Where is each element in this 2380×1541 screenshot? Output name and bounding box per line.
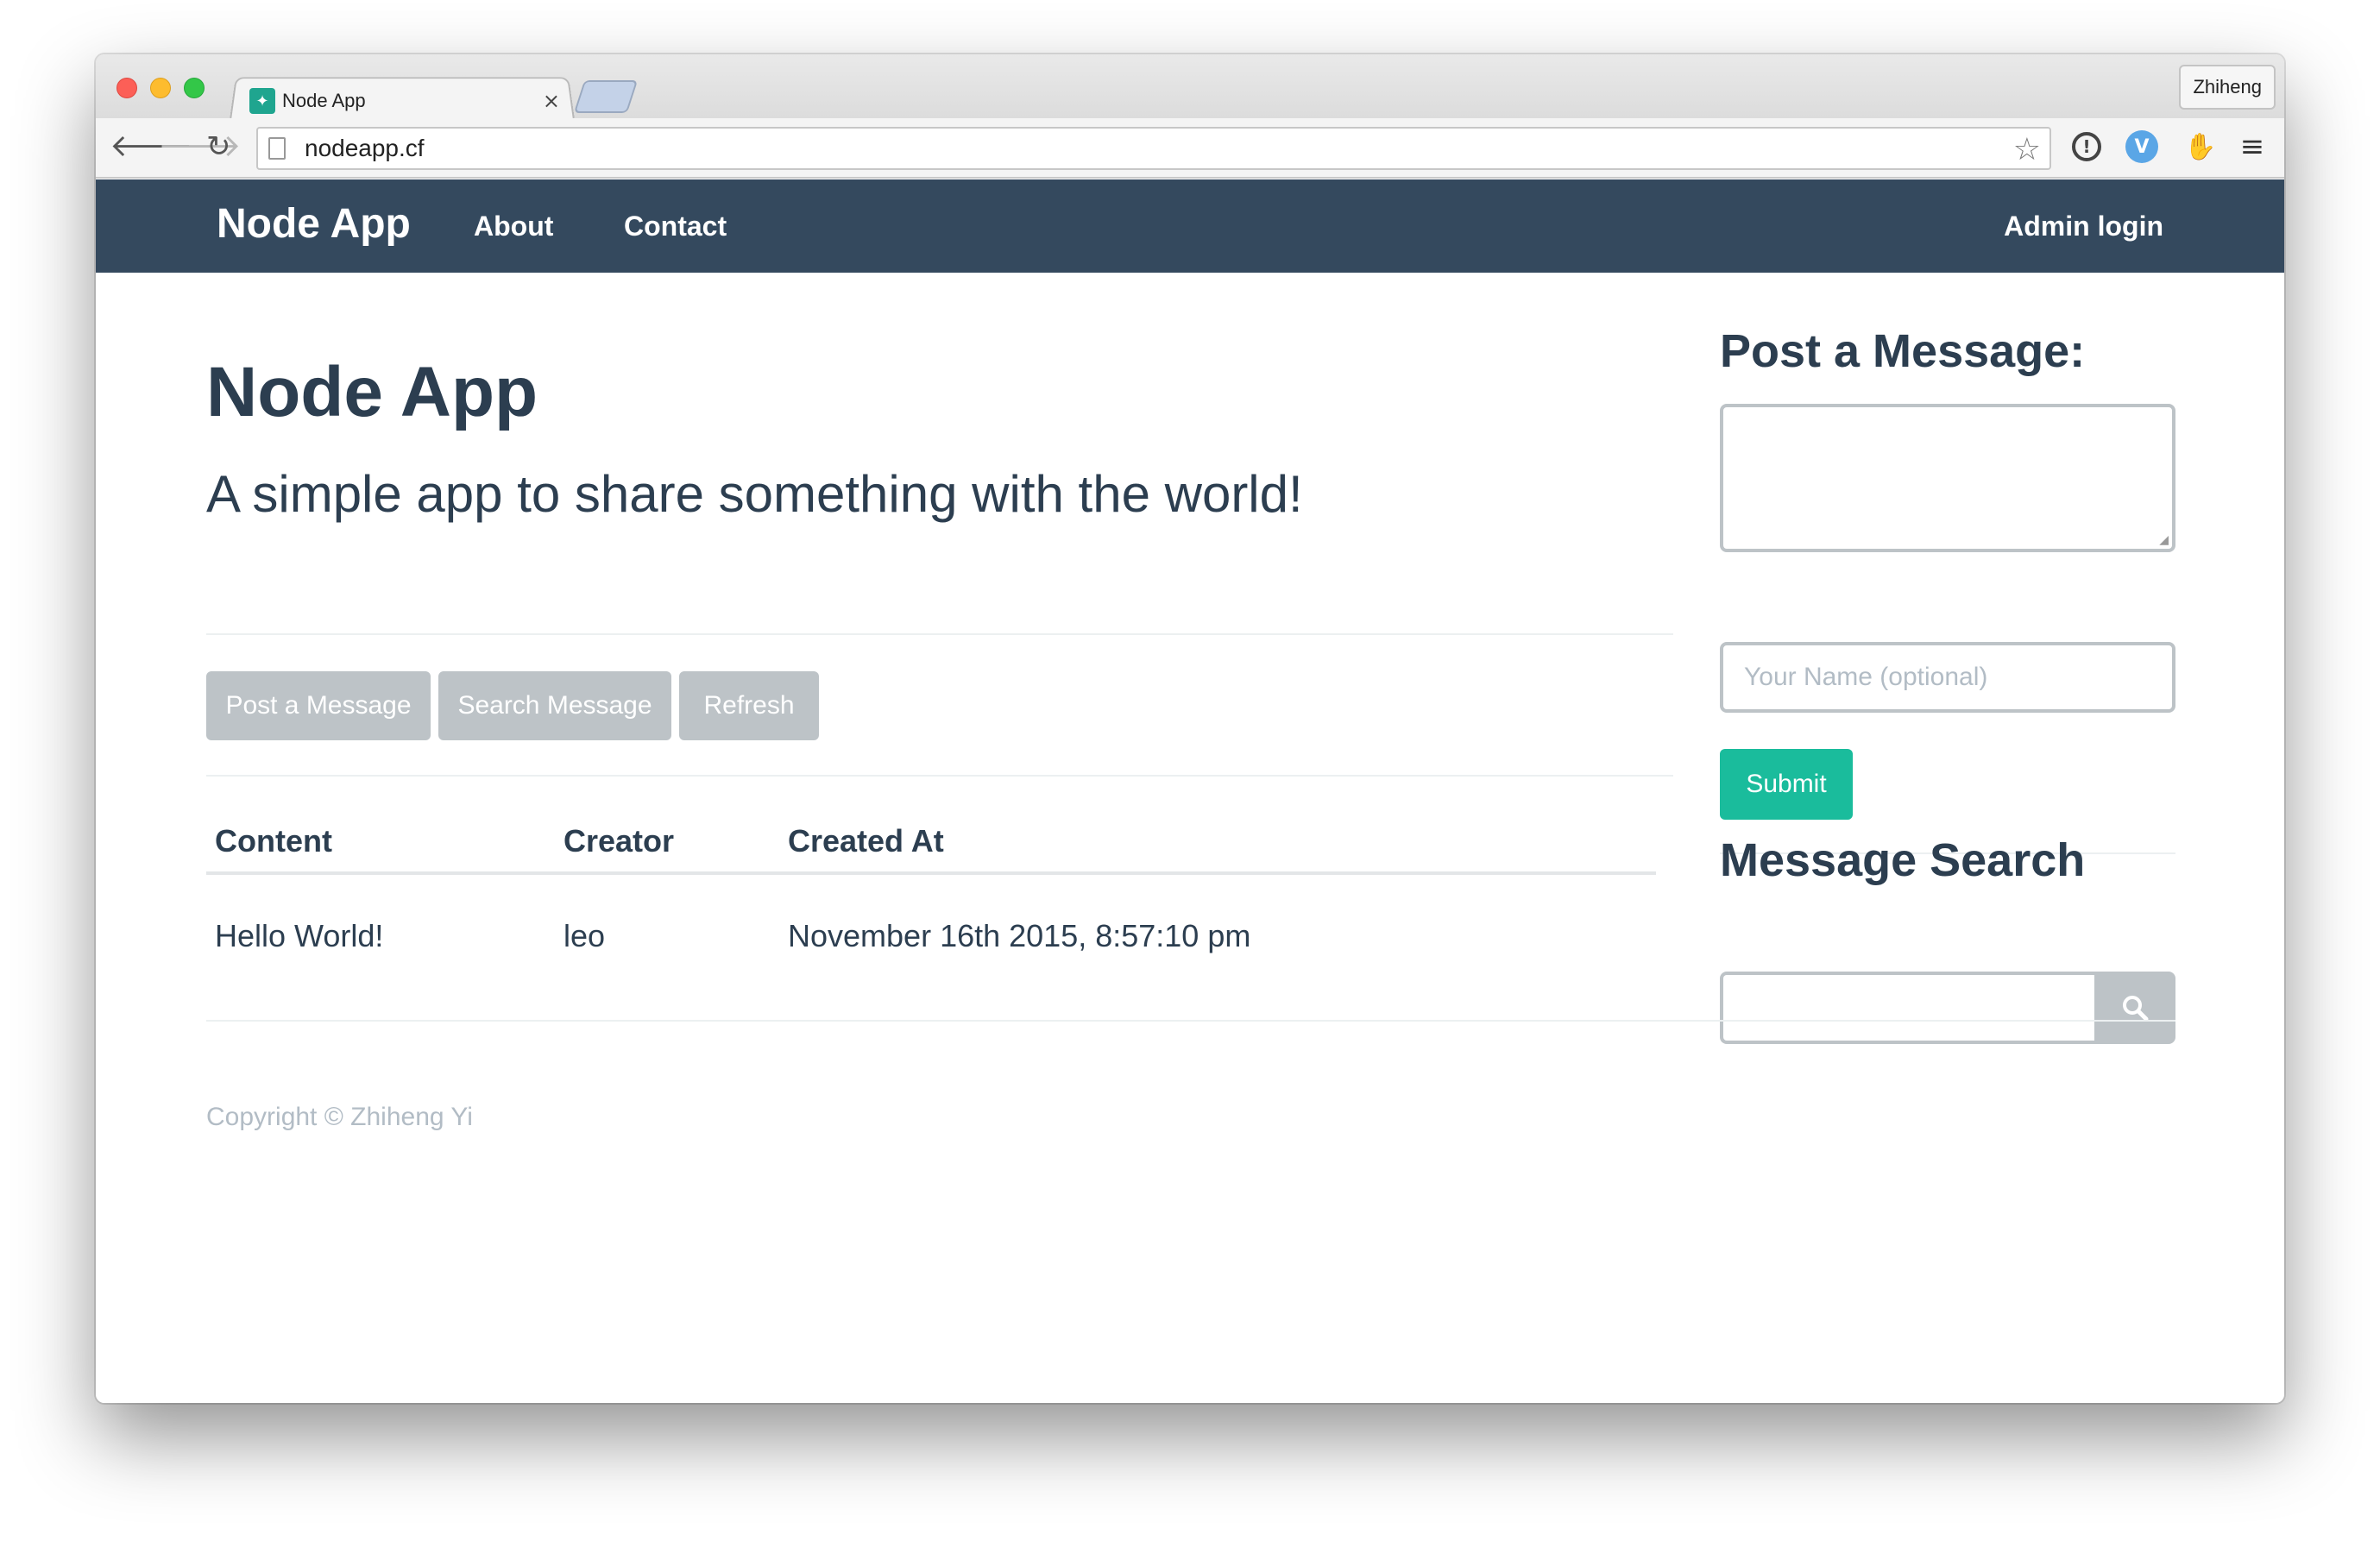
- nav-link-contact[interactable]: Contact: [624, 211, 727, 242]
- resize-handle-icon[interactable]: ◢: [2159, 533, 2169, 547]
- search-input[interactable]: [1720, 972, 2094, 1044]
- favicon-icon: ✦: [249, 88, 275, 114]
- post-message-button[interactable]: Post a Message: [206, 671, 431, 740]
- table-header-divider: [206, 871, 1656, 875]
- address-bar[interactable]: nodeapp.cf ☆: [256, 127, 2051, 170]
- name-input[interactable]: Your Name (optional): [1720, 642, 2175, 713]
- message-textarea[interactable]: ◢: [1720, 404, 2175, 552]
- reload-icon[interactable]: ↻: [206, 129, 231, 164]
- submit-button[interactable]: Submit: [1720, 749, 1853, 820]
- tab-strip: ✦ Node App × Zhiheng: [96, 54, 2284, 120]
- page-icon: [268, 137, 286, 160]
- info-extension-icon[interactable]: !: [2072, 132, 2101, 161]
- page-tagline: A simple app to share something with the…: [206, 465, 1303, 523]
- new-tab-button[interactable]: [573, 80, 639, 113]
- page-title: Node App: [206, 353, 538, 431]
- post-message-heading: Post a Message:: [1720, 325, 2086, 377]
- message-search-heading: Message Search: [1720, 834, 2086, 886]
- navbar-brand[interactable]: Node App: [217, 200, 411, 248]
- table-header-created-at: Created At: [788, 823, 944, 859]
- divider: [206, 633, 1673, 635]
- page-content: Node App A simple app to share something…: [96, 273, 2284, 1403]
- divider: [206, 775, 1673, 777]
- table-header-creator: Creator: [564, 823, 675, 859]
- search-button[interactable]: [2094, 972, 2175, 1044]
- tab-close-icon[interactable]: ×: [543, 89, 560, 113]
- nav-link-about[interactable]: About: [474, 211, 553, 242]
- search-message-button[interactable]: Search Message: [438, 671, 671, 740]
- table-cell-content: Hello World!: [215, 918, 384, 953]
- nav-link-admin-login[interactable]: Admin login: [2004, 211, 2163, 242]
- browser-tab-content[interactable]: ✦ Node App ×: [249, 80, 569, 122]
- evernote-extension-icon[interactable]: ✋: [2184, 130, 2217, 163]
- table-header-content: Content: [215, 823, 332, 859]
- minimize-window-button[interactable]: [150, 78, 171, 98]
- vimeo-extension-icon[interactable]: V: [2125, 130, 2158, 163]
- search-icon: [2123, 996, 2149, 1022]
- bookmark-star-icon[interactable]: ☆: [2013, 132, 2041, 167]
- site-navbar: Node App About Contact Admin login: [96, 179, 2284, 273]
- footer-copyright: Copyright © Zhiheng Yi: [206, 1103, 473, 1131]
- hamburger-menu-icon[interactable]: ≡: [2236, 129, 2269, 164]
- table-cell-creator: leo: [564, 918, 606, 953]
- browser-window: ✦ Node App × Zhiheng 🡐 🡒 ↻ nodeapp.cf ☆ …: [96, 54, 2284, 1403]
- table-cell-created-at: November 16th 2015, 8:57:10 pm: [788, 918, 1251, 953]
- browser-toolbar: 🡐 🡒 ↻ nodeapp.cf ☆ ! V ✋ ≡: [96, 118, 2284, 179]
- profile-button[interactable]: Zhiheng: [2179, 65, 2276, 110]
- tab-title: Node App: [282, 90, 366, 111]
- url-text[interactable]: nodeapp.cf: [305, 135, 425, 162]
- zoom-window-button[interactable]: [184, 78, 205, 98]
- refresh-button[interactable]: Refresh: [679, 671, 819, 740]
- close-window-button[interactable]: [116, 78, 137, 98]
- footer-divider: [206, 1020, 2175, 1022]
